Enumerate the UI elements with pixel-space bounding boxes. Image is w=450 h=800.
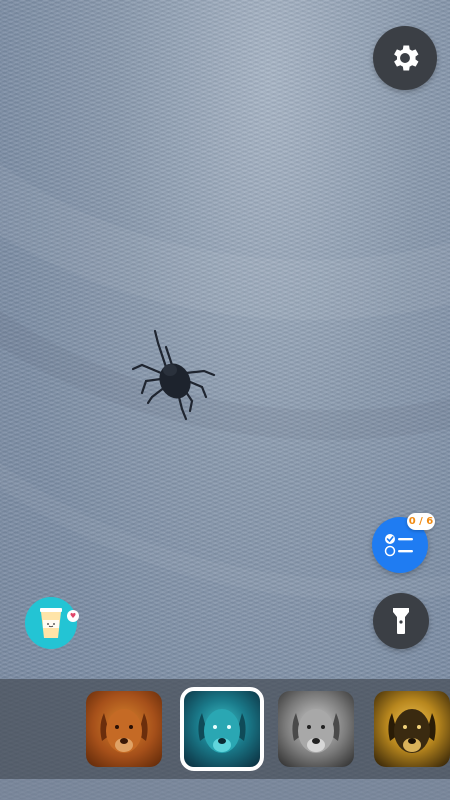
- coffee-support-button[interactable]: [25, 597, 77, 649]
- checklist-icon: [384, 534, 413, 557]
- gear-icon: [394, 45, 419, 71]
- heart-icon: ♥: [67, 610, 79, 622]
- dog-face-icon: [292, 709, 340, 753]
- flashlight-icon: [393, 608, 409, 634]
- settings-button[interactable]: [373, 26, 437, 90]
- fur-background-layer: [0, 0, 450, 600]
- filter-gold-dog[interactable]: [374, 691, 450, 767]
- filter-carousel[interactable]: [0, 679, 450, 779]
- filter-gray-dog[interactable]: [278, 691, 354, 767]
- coffee-cup-icon: [40, 608, 62, 638]
- dog-face-icon: [198, 709, 246, 753]
- dog-face-icon: [100, 709, 148, 753]
- bottom-edge: [0, 779, 450, 800]
- camera-screen: 0 / 6 ♥: [0, 0, 450, 800]
- filter-amber-dog[interactable]: [86, 691, 162, 767]
- flashlight-button[interactable]: [373, 593, 429, 649]
- filter-cyan-dog[interactable]: [180, 687, 264, 771]
- dog-face-icon: [388, 709, 436, 753]
- checklist-progress-badge: 0 / 6: [407, 513, 435, 530]
- tick-subject: [131, 329, 216, 421]
